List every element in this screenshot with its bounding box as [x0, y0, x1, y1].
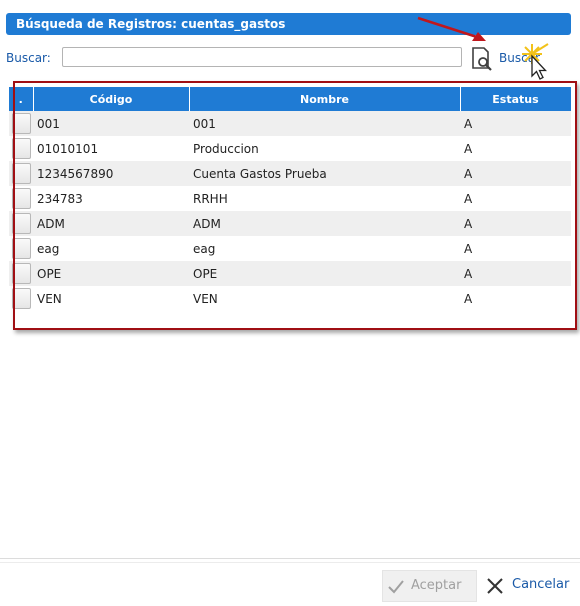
table-row[interactable]: 001 001 A: [9, 111, 571, 136]
row-select-button[interactable]: [11, 188, 31, 209]
cell-codigo: 001: [33, 111, 189, 136]
row-select-button[interactable]: [11, 163, 31, 184]
cell-estatus: A: [460, 161, 571, 186]
row-select-cell: [9, 161, 33, 186]
cell-codigo: 1234567890: [33, 161, 189, 186]
table-row[interactable]: eag eag A: [9, 236, 571, 261]
row-select-button[interactable]: [11, 113, 31, 134]
row-select-button[interactable]: [11, 138, 31, 159]
cancel-button-label: Cancelar: [512, 577, 570, 592]
search-button[interactable]: Buscar: [499, 51, 540, 65]
row-select-button[interactable]: [11, 288, 31, 309]
close-icon: [487, 578, 503, 594]
row-select-cell: [9, 236, 33, 261]
cell-nombre: RRHH: [189, 186, 460, 211]
cell-nombre: 001: [189, 111, 460, 136]
cell-estatus: A: [460, 111, 571, 136]
table-row[interactable]: 1234567890 Cuenta Gastos Prueba A: [9, 161, 571, 186]
accept-button[interactable]: Aceptar: [382, 570, 477, 602]
accept-button-label: Aceptar: [411, 578, 462, 593]
table-row[interactable]: VEN VEN A: [9, 286, 571, 311]
cell-codigo: OPE: [33, 261, 189, 286]
table-header-row: . Código Nombre Estatus: [9, 87, 572, 111]
table-row[interactable]: 234783 RRHH A: [9, 186, 571, 211]
cell-nombre: OPE: [189, 261, 460, 286]
search-bar: Buscar: Buscar: [6, 46, 566, 72]
cell-nombre: ADM: [189, 211, 460, 236]
dialog-title: Búsqueda de Registros: cuentas_gastos: [6, 13, 571, 35]
cell-codigo: ADM: [33, 211, 189, 236]
row-select-button[interactable]: [11, 238, 31, 259]
row-select-cell: [9, 286, 33, 311]
row-select-button[interactable]: [11, 213, 31, 234]
search-label: Buscar:: [6, 51, 51, 65]
row-select-cell: [9, 261, 33, 286]
cell-nombre: Cuenta Gastos Prueba: [189, 161, 460, 186]
column-header-codigo[interactable]: Código: [33, 87, 190, 111]
cell-estatus: A: [460, 261, 571, 286]
table-row[interactable]: 01010101 Produccion A: [9, 136, 571, 161]
cell-estatus: A: [460, 286, 571, 311]
column-header-select: .: [9, 87, 34, 111]
check-icon: [388, 580, 404, 594]
search-input[interactable]: [62, 47, 462, 67]
cell-estatus: A: [460, 186, 571, 211]
cell-nombre: eag: [189, 236, 460, 261]
column-header-nombre[interactable]: Nombre: [189, 87, 461, 111]
table-row[interactable]: ADM ADM A: [9, 211, 571, 236]
row-select-cell: [9, 111, 33, 136]
cell-nombre: Produccion: [189, 136, 460, 161]
table-row[interactable]: OPE OPE A: [9, 261, 571, 286]
cell-estatus: A: [460, 236, 571, 261]
column-header-estatus[interactable]: Estatus: [460, 87, 572, 111]
row-select-button[interactable]: [11, 263, 31, 284]
cell-estatus: A: [460, 136, 571, 161]
search-dialog: Búsqueda de Registros: cuentas_gastos Bu…: [0, 0, 580, 606]
cell-codigo: 234783: [33, 186, 189, 211]
row-select-cell: [9, 136, 33, 161]
results-table: . Código Nombre Estatus 001 001 A 010101…: [9, 87, 572, 311]
cell-estatus: A: [460, 211, 571, 236]
row-select-cell: [9, 186, 33, 211]
cancel-button[interactable]: Cancelar: [482, 570, 577, 602]
cell-codigo: eag: [33, 236, 189, 261]
footer-divider: [0, 558, 580, 559]
footer-divider-inner: [0, 562, 580, 563]
document-search-icon[interactable]: [470, 46, 494, 72]
cell-nombre: VEN: [189, 286, 460, 311]
cell-codigo: 01010101: [33, 136, 189, 161]
cell-codigo: VEN: [33, 286, 189, 311]
row-select-cell: [9, 211, 33, 236]
